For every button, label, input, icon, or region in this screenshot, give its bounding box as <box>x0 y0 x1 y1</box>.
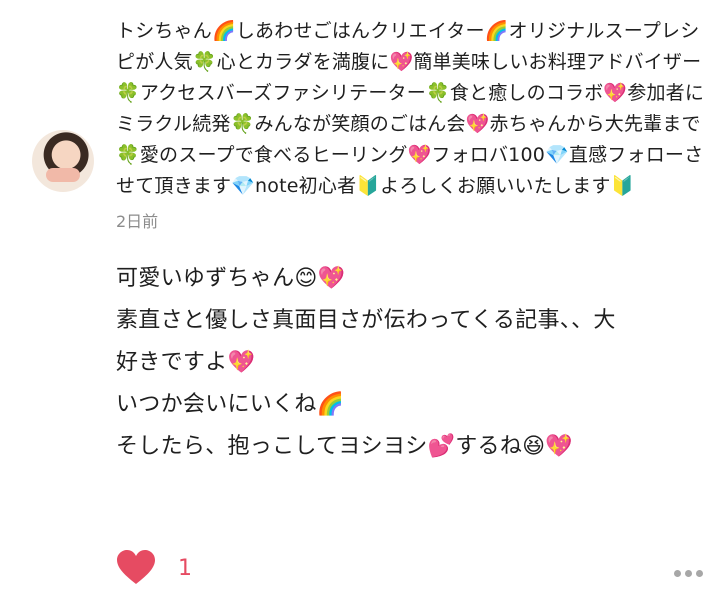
comment-message: 可愛いゆずちゃん😊💖 素直さと優しさ真面目さが伝わってくる記事、、大 好きですよ… <box>116 258 710 468</box>
dot-icon <box>696 570 703 577</box>
dot-icon <box>685 570 692 577</box>
message-line: そしたら、抱っこしてヨシヨシ💕するね😆💖 <box>116 434 574 459</box>
comment-block: トシちゃん🌈しあわせごはんクリエイター🌈オリジナルスープレシピが人気🍀心とカラダ… <box>116 16 710 468</box>
like-button[interactable] <box>116 550 156 586</box>
heart-icon <box>117 550 155 584</box>
commenter-profile-text: トシちゃん🌈しあわせごはんクリエイター🌈オリジナルスープレシピが人気🍀心とカラダ… <box>116 20 705 197</box>
message-line: 素直さと優しさ真面目さが伝わってくる記事、、大 <box>116 308 616 333</box>
avatar-photo-detail <box>46 168 80 182</box>
message-line: 可愛いゆずちゃん😊💖 <box>116 266 346 291</box>
message-line: 好きですよ💖 <box>116 350 256 375</box>
more-options-button[interactable] <box>674 562 712 577</box>
like-count: 1 <box>178 556 192 581</box>
commenter-avatar[interactable] <box>32 130 94 192</box>
comment-actions: 1 <box>116 548 716 592</box>
comment-timestamp: 2日前 <box>116 212 159 231</box>
message-line: いつか会いにいくね🌈 <box>116 392 345 417</box>
dot-icon <box>674 570 681 577</box>
